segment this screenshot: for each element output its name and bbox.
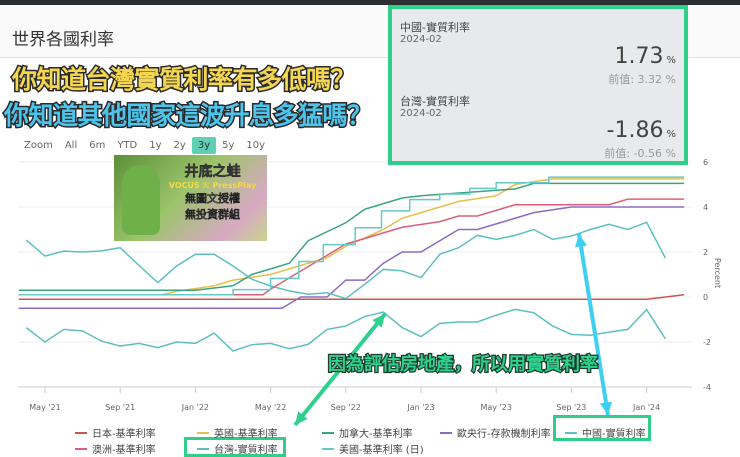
tooltip-taiwan-name: 台灣-實質利率 [400, 95, 470, 108]
headline-taiwan: 你知道台灣實質利率有多低嗎？ [10, 64, 357, 96]
watermark-image: 井底之蛙 VOCUS ☒ PressPlay 無圖文授權 無投資群組 [114, 155, 267, 241]
watermark-line1: 無圖文授權 [185, 192, 240, 205]
legend-china[interactable]: 中國-實質利率 [565, 425, 646, 440]
legend-ecb[interactable]: 歐央行-存款機制利率 [440, 425, 551, 440]
y-tick-label: -2 [703, 338, 711, 347]
legend-us[interactable]: 美國-基準利率 (日) [322, 441, 424, 456]
legend-swatch [75, 447, 87, 450]
legend-uk[interactable]: 英國-基準利率 [197, 425, 278, 440]
watermark-brand: VOCUS ☒ PressPlay [168, 181, 257, 190]
y-tick-label: 0 [703, 293, 708, 302]
legend-australia[interactable]: 澳洲-基準利率 [75, 441, 156, 456]
headline-others: 你知道其他國家這波升息多猛嗎？ [3, 100, 374, 132]
x-tick-label: May '21 [29, 403, 60, 412]
legend-taiwan[interactable]: 台灣-實質利率 [197, 441, 278, 456]
x-tick-label: May '22 [255, 403, 286, 412]
legend-swatch [75, 431, 87, 434]
legend-swatch [322, 431, 334, 434]
legend-swatch [440, 431, 452, 434]
tooltip-china-date: 2024-02 [400, 34, 442, 45]
tooltip-china-name: 中國-實質利率 [400, 21, 470, 34]
frog-illustration [122, 165, 160, 235]
watermark-line2: 無投資群組 [185, 208, 240, 221]
tooltip-china-prev: 前值: 3.32 % [608, 73, 676, 86]
arrow-to-china [577, 233, 610, 416]
legend-swatch [565, 431, 577, 434]
x-tick-label: Sep '23 [556, 403, 586, 412]
tooltip-taiwan-value: -1.86% [606, 118, 676, 143]
x-tick-label: Sep '21 [105, 403, 135, 412]
series-line-6 [25, 308, 667, 352]
legend-japan[interactable]: 日本-基準利率 [75, 425, 156, 440]
legend-canada[interactable]: 加拿大-基準利率 [322, 425, 413, 440]
y-axis-label: Percent [713, 258, 722, 288]
annotation-text: 因為評估房地產，所以用實質利率 [327, 353, 600, 377]
y-tick-label: 6 [703, 158, 708, 167]
legend-swatch [322, 447, 334, 450]
y-tick-label: -4 [703, 383, 711, 392]
y-tick-label: 2 [703, 248, 708, 257]
legend-swatch [197, 447, 209, 450]
legend-swatch [197, 431, 209, 434]
tooltip-china-value: 1.73% [614, 44, 677, 69]
x-tick-label: May '23 [480, 403, 511, 412]
x-tick-label: Jan '22 [181, 403, 209, 412]
y-tick-label: 4 [703, 203, 708, 212]
tooltip-taiwan-prev: 前值: -0.56 % [604, 147, 676, 160]
x-tick-label: Jan '24 [632, 403, 660, 412]
watermark-title: 井底之蛙 [184, 164, 241, 181]
x-tick-label: Jan '23 [406, 403, 434, 412]
chart-tooltip: 中國-實質利率 2024-02 1.73% 前值: 3.32 % 台灣-實質利率… [388, 5, 688, 165]
x-tick-label: Sep '22 [331, 403, 361, 412]
tooltip-taiwan-date: 2024-02 [400, 108, 442, 119]
